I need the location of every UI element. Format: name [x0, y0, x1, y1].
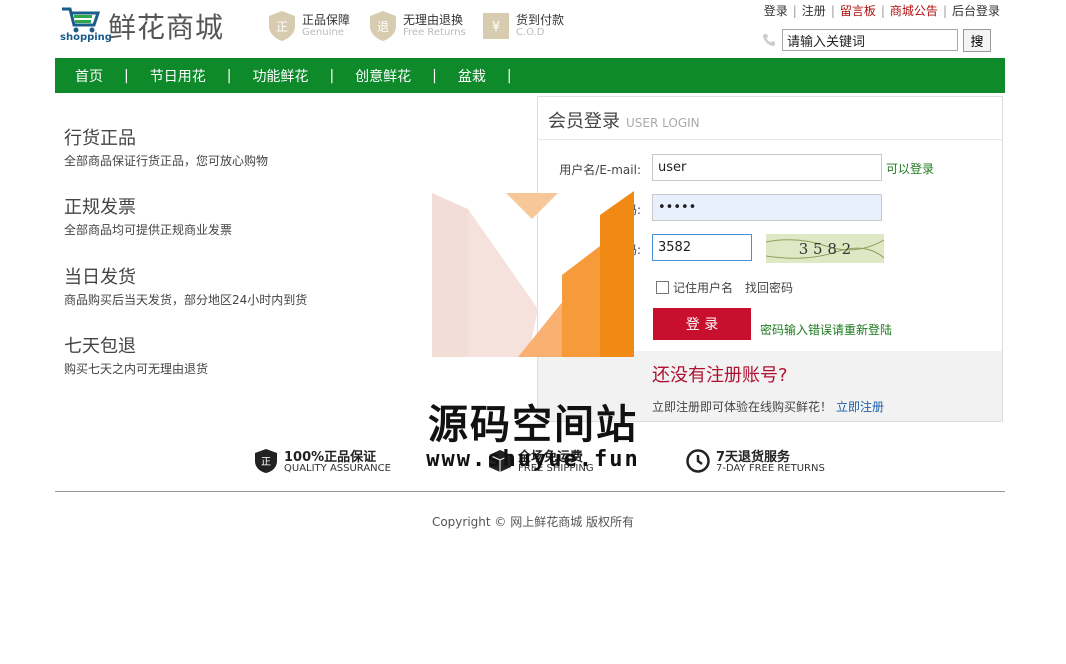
shield-icon: 正	[269, 11, 295, 41]
feature-sameday: 当日发货 商品购买后当天发货，部分地区24小时内到货	[64, 263, 384, 308]
svg-text:正: 正	[276, 20, 288, 34]
divider	[538, 139, 1002, 140]
footer-divider	[55, 491, 1005, 492]
top-links: 登录 | 注册 | 留言板 | 商城公告 | 后台登录	[763, 4, 1000, 18]
remember-label[interactable]: 记住用户名	[673, 279, 733, 296]
badge-free-returns: 退 无理由退换 Free Returns	[369, 10, 469, 44]
watermark-title: 源码空间站	[428, 402, 638, 448]
badge-genuine: 正 正品保障 Genuine	[268, 10, 358, 44]
svg-text:¥: ¥	[492, 20, 500, 35]
nav-home[interactable]: 首页	[75, 66, 103, 86]
login-title: 会员登录	[548, 111, 620, 132]
feature-title: 行货正品	[64, 128, 136, 149]
username-ok-tip: 可以登录	[886, 162, 935, 176]
search-button[interactable]: 搜	[963, 29, 991, 52]
remember-checkbox[interactable]	[656, 281, 669, 294]
forgot-password-link[interactable]: 找回密码	[745, 279, 793, 296]
username-input[interactable]	[652, 154, 882, 181]
captcha-image-drawing: 3 5 8 2	[765, 239, 885, 259]
remember-row: 记住用户名 找回密码	[656, 279, 793, 296]
feature-title: 七天包退	[64, 336, 136, 357]
admin-login-link[interactable]: 后台登录	[952, 4, 1000, 18]
username-label: 用户名/E-mail:	[559, 163, 641, 177]
guestbook-link[interactable]: 留言板	[840, 4, 876, 18]
feature-return: 七天包退 购买七天之内可无理由退货	[64, 332, 384, 377]
login-button[interactable]: 登 录	[653, 308, 751, 340]
copyright: Copyright © 网上鲜花商城 版权所有	[431, 515, 635, 529]
logo-title: 鲜花商城	[108, 11, 225, 44]
login-link[interactable]: 登录	[764, 4, 788, 18]
svg-text:退: 退	[377, 20, 389, 34]
feature-desc: 全部商品保证行货正品，您可放心购物	[64, 154, 269, 168]
logo-small-text: shopping	[60, 32, 112, 43]
feature-desc: 商品购买后当天发货，部分地区24小时内到货	[64, 293, 308, 307]
cash-icon: ¥	[483, 13, 509, 39]
nav-creative-flowers[interactable]: 创意鲜花	[355, 66, 411, 86]
password-error-tip: 密码输入错误请重新登陆	[760, 323, 893, 337]
badge-cod: ¥ 货到付款 C.O.D	[482, 10, 572, 44]
feature-title: 当日发货	[64, 267, 136, 288]
nav-holiday-flowers[interactable]: 节日用花	[150, 66, 206, 86]
main-nav: 首页 | 节日用花 | 功能鲜花 | 创意鲜花 | 盆栽 |	[55, 58, 1005, 93]
captcha-image-text: 3 5 8 2	[799, 240, 851, 258]
nav-potted-plants[interactable]: 盆栽	[458, 66, 486, 86]
nav-function-flowers[interactable]: 功能鲜花	[252, 66, 308, 86]
register-title: 还没有注册账号?	[652, 365, 788, 386]
watermark-url: www.shuyue.fun	[426, 447, 640, 472]
watermark-logo	[432, 191, 634, 357]
notice-link[interactable]: 商城公告	[890, 4, 938, 18]
shield-icon: 退	[370, 11, 396, 41]
search-bar: 搜	[758, 29, 1000, 53]
feature-desc: 全部商品均可提供正规商业发票	[64, 223, 233, 237]
site-logo[interactable]: shopping 鲜花商城	[60, 5, 250, 45]
login-header: 会员登录 USER LOGIN	[548, 107, 700, 133]
register-link[interactable]: 注册	[802, 4, 826, 18]
password-input[interactable]	[652, 194, 882, 221]
feature-desc: 购买七天之内可无理由退货	[64, 362, 209, 376]
feature-title: 正规发票	[64, 197, 136, 218]
search-input[interactable]	[782, 29, 958, 51]
captcha-input[interactable]	[652, 234, 752, 261]
phone-icon	[763, 34, 775, 46]
feature-invoice: 正规发票 全部商品均可提供正规商业发票	[64, 193, 384, 238]
captcha-image[interactable]: 3 5 8 2	[765, 234, 885, 263]
login-subtitle: USER LOGIN	[626, 116, 700, 130]
feature-genuine: 行货正品 全部商品保证行货正品，您可放心购物	[64, 124, 384, 169]
